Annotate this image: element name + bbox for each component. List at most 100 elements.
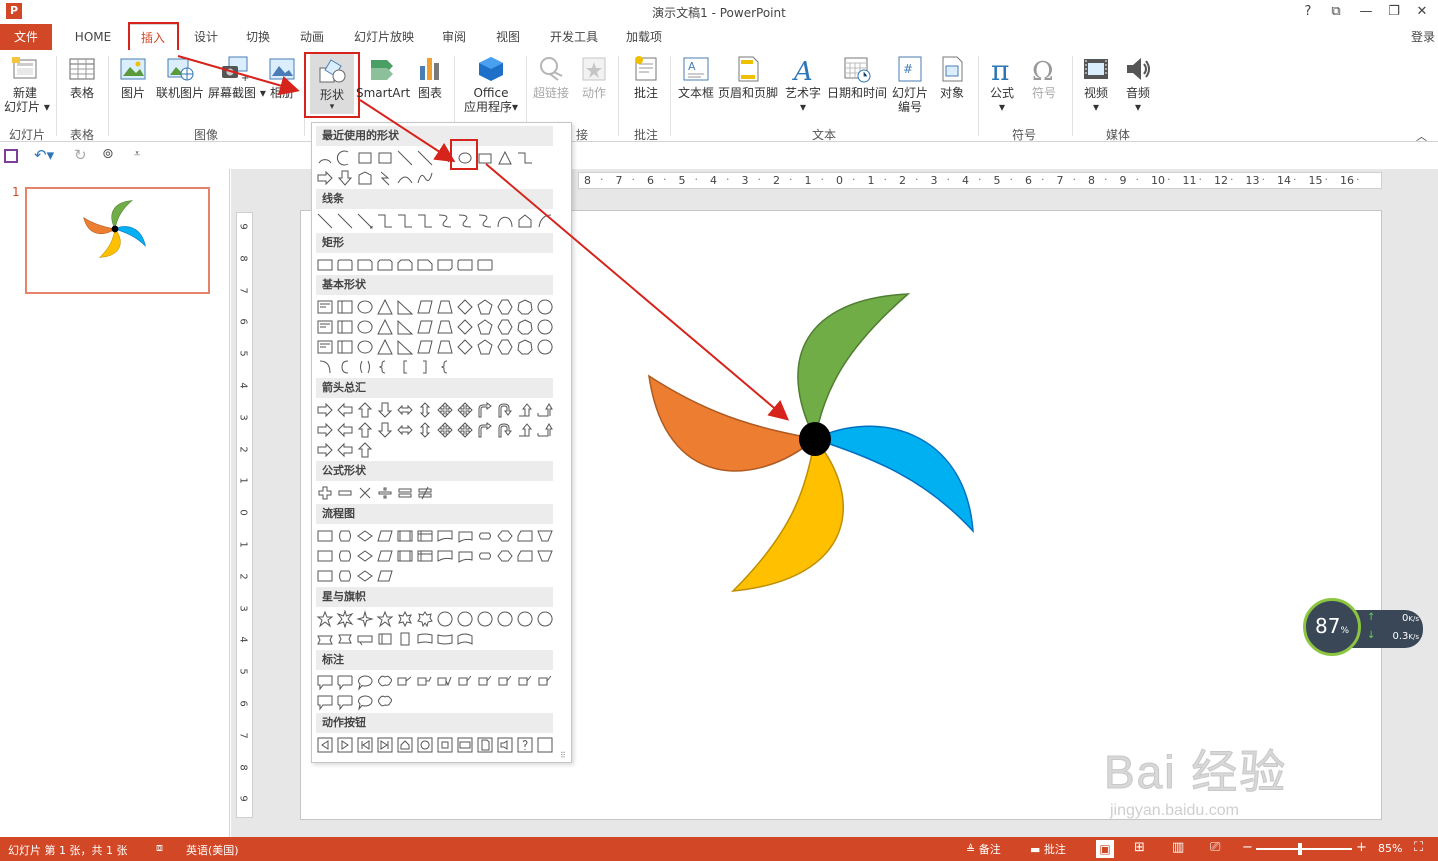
shape-button[interactable] bbox=[376, 610, 394, 628]
shape-button[interactable] bbox=[336, 401, 354, 419]
shape-button[interactable] bbox=[316, 610, 334, 628]
tab-review[interactable]: 审阅 bbox=[436, 24, 472, 50]
shape-button[interactable] bbox=[476, 401, 494, 419]
shape-button[interactable] bbox=[336, 298, 354, 316]
shape-button[interactable] bbox=[376, 169, 394, 187]
minimize-button[interactable]: — bbox=[1354, 2, 1378, 22]
shape-button[interactable] bbox=[316, 421, 334, 439]
shape-button[interactable] bbox=[376, 527, 394, 545]
zoom-out-button[interactable]: − bbox=[1242, 840, 1253, 855]
shape-button[interactable] bbox=[456, 736, 474, 754]
shape-button[interactable] bbox=[516, 547, 534, 565]
shape-button[interactable] bbox=[496, 421, 514, 439]
center-circle[interactable] bbox=[799, 422, 831, 456]
shape-button[interactable] bbox=[516, 149, 534, 167]
spell-check-icon[interactable]: ⧈ bbox=[156, 841, 163, 855]
shape-button[interactable] bbox=[356, 169, 374, 187]
shape-button[interactable] bbox=[356, 149, 374, 167]
shape-button[interactable] bbox=[356, 547, 374, 565]
shape-button[interactable] bbox=[416, 212, 434, 230]
ribbon-display-options-button[interactable]: ⧉ bbox=[1324, 2, 1348, 22]
slideshow-view-icon[interactable]: ⎚ bbox=[1210, 840, 1220, 855]
shape-button[interactable] bbox=[516, 527, 534, 545]
shape-button[interactable] bbox=[516, 338, 534, 356]
shape-button[interactable] bbox=[496, 547, 514, 565]
shape-button[interactable] bbox=[356, 630, 374, 648]
shape-button[interactable] bbox=[416, 318, 434, 336]
shape-button[interactable] bbox=[396, 212, 414, 230]
shape-button[interactable] bbox=[436, 318, 454, 336]
tab-slideshow[interactable]: 幻灯片放映 bbox=[348, 24, 420, 50]
shape-button[interactable] bbox=[476, 527, 494, 545]
close-button[interactable]: ✕ bbox=[1410, 2, 1434, 22]
shape-button[interactable] bbox=[456, 547, 474, 565]
object-button[interactable]: 对象 bbox=[934, 54, 970, 100]
table-button[interactable]: 表格 bbox=[62, 54, 102, 100]
shape-button[interactable] bbox=[356, 673, 374, 691]
zoom-level[interactable]: 85% bbox=[1378, 842, 1402, 855]
shape-button[interactable] bbox=[396, 338, 414, 356]
shape-button[interactable] bbox=[316, 401, 334, 419]
shape-button[interactable] bbox=[376, 358, 394, 376]
shape-button[interactable] bbox=[476, 318, 494, 336]
shape-button[interactable] bbox=[336, 673, 354, 691]
shape-button[interactable] bbox=[476, 149, 494, 167]
shape-button[interactable] bbox=[496, 149, 514, 167]
shape-button[interactable] bbox=[416, 673, 434, 691]
office-apps-button[interactable]: Office 应用程序▾ bbox=[460, 54, 522, 114]
shape-button[interactable] bbox=[396, 673, 414, 691]
video-button[interactable]: 视频 ▾ bbox=[1078, 54, 1114, 114]
shape-button[interactable] bbox=[356, 358, 374, 376]
shape-button[interactable] bbox=[436, 298, 454, 316]
picture-button[interactable]: 图片 bbox=[116, 54, 150, 100]
shape-button[interactable] bbox=[476, 736, 494, 754]
shape-button[interactable] bbox=[316, 693, 334, 711]
tab-transitions[interactable]: 切换 bbox=[240, 24, 276, 50]
shape-button[interactable] bbox=[536, 298, 554, 316]
shape-button[interactable] bbox=[396, 421, 414, 439]
resize-grip-icon[interactable]: ⠿ bbox=[560, 751, 566, 760]
shape-button[interactable] bbox=[376, 401, 394, 419]
cpu-gauge[interactable]: 87% bbox=[1303, 598, 1361, 656]
shape-button[interactable] bbox=[436, 630, 454, 648]
shape-button[interactable] bbox=[456, 527, 474, 545]
shape-button[interactable] bbox=[536, 338, 554, 356]
shape-button[interactable] bbox=[316, 736, 334, 754]
shape-button[interactable] bbox=[316, 673, 334, 691]
shape-button[interactable] bbox=[476, 673, 494, 691]
shape-button[interactable] bbox=[456, 630, 474, 648]
shape-button[interactable] bbox=[356, 567, 374, 585]
shape-button[interactable] bbox=[396, 256, 414, 274]
save-icon[interactable] bbox=[4, 149, 18, 163]
shape-button[interactable] bbox=[436, 610, 454, 628]
shape-button[interactable] bbox=[496, 298, 514, 316]
shape-button[interactable] bbox=[336, 212, 354, 230]
shape-button[interactable] bbox=[396, 298, 414, 316]
shape-button[interactable] bbox=[316, 212, 334, 230]
shape-button[interactable] bbox=[356, 610, 374, 628]
shape-button[interactable] bbox=[496, 673, 514, 691]
shape-button[interactable] bbox=[396, 736, 414, 754]
shape-button[interactable] bbox=[416, 256, 434, 274]
shape-button[interactable] bbox=[536, 401, 554, 419]
shape-button[interactable] bbox=[496, 212, 514, 230]
shape-button[interactable] bbox=[316, 318, 334, 336]
shape-button[interactable] bbox=[536, 736, 554, 754]
shape-button[interactable] bbox=[516, 736, 534, 754]
shape-button[interactable] bbox=[356, 736, 374, 754]
comment-button[interactable]: 批注 bbox=[626, 54, 666, 100]
shape-button[interactable] bbox=[336, 169, 354, 187]
shape-button[interactable] bbox=[456, 338, 474, 356]
tab-file[interactable]: 文件 bbox=[0, 24, 52, 50]
shape-button[interactable] bbox=[436, 358, 454, 376]
notes-button[interactable]: ≜ 备注 bbox=[966, 841, 1001, 857]
shape-button[interactable] bbox=[376, 212, 394, 230]
shape-button[interactable] bbox=[376, 318, 394, 336]
photo-album-button[interactable]: 相册 bbox=[264, 54, 300, 100]
shape-button[interactable] bbox=[376, 567, 394, 585]
shape-button[interactable] bbox=[336, 421, 354, 439]
shape-button[interactable] bbox=[396, 358, 414, 376]
sign-in-link[interactable]: 登录 bbox=[1408, 24, 1438, 50]
shape-button[interactable] bbox=[436, 547, 454, 565]
shape-button[interactable] bbox=[356, 212, 374, 230]
